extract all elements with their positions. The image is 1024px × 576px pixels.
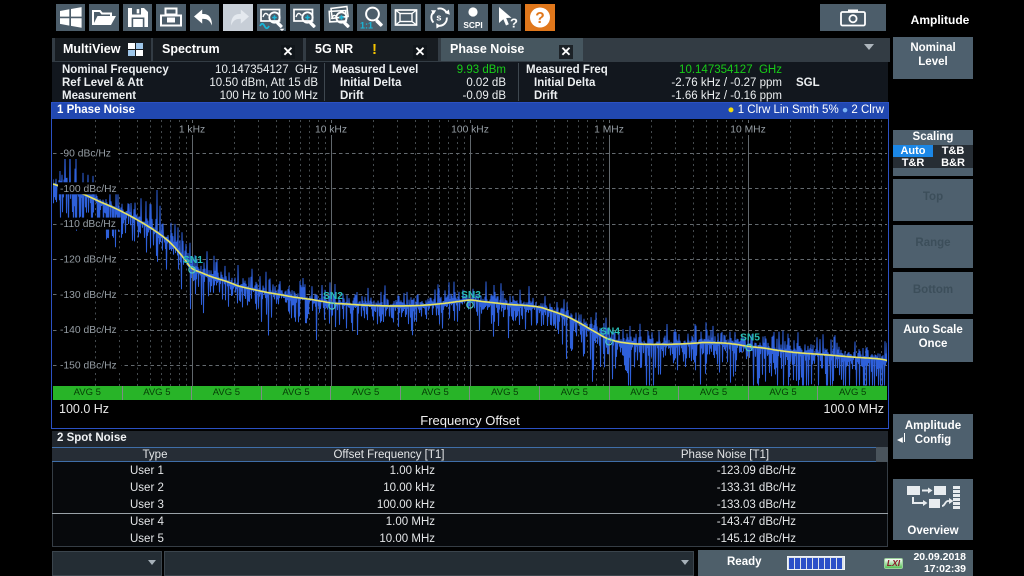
svg-text:1 MHz: 1 MHz	[594, 125, 624, 136]
svg-text:100 kHz: 100 kHz	[451, 125, 489, 136]
svg-text:SN2: SN2	[323, 291, 343, 302]
svg-text:s: s	[436, 13, 441, 24]
svg-text:-110 dBc/Hz: -110 dBc/Hz	[60, 219, 116, 230]
svg-text:SN5: SN5	[740, 333, 760, 344]
svg-text:SN1: SN1	[183, 255, 203, 266]
svg-text:SCPI: SCPI	[463, 20, 482, 30]
svg-text:?: ?	[535, 10, 544, 27]
svg-text:-150 dBc/Hz: -150 dBc/Hz	[60, 360, 117, 371]
svg-text:1 kHz: 1 kHz	[179, 125, 205, 136]
svg-text:-140 dBc/Hz: -140 dBc/Hz	[60, 325, 117, 336]
svg-text:-120 dBc/Hz: -120 dBc/Hz	[60, 255, 117, 266]
svg-text:-100 dBc/Hz: -100 dBc/Hz	[60, 184, 117, 195]
svg-text:10 kHz: 10 kHz	[315, 125, 347, 136]
svg-text:-130 dBc/Hz: -130 dBc/Hz	[60, 290, 117, 301]
svg-text:SN3: SN3	[461, 290, 481, 301]
svg-text:1:1: 1:1	[360, 21, 373, 31]
svg-text:?: ?	[510, 16, 518, 31]
svg-text:-90 dBc/Hz: -90 dBc/Hz	[60, 149, 111, 160]
svg-text:SN4: SN4	[600, 327, 620, 338]
svg-text:10 MHz: 10 MHz	[730, 125, 765, 136]
